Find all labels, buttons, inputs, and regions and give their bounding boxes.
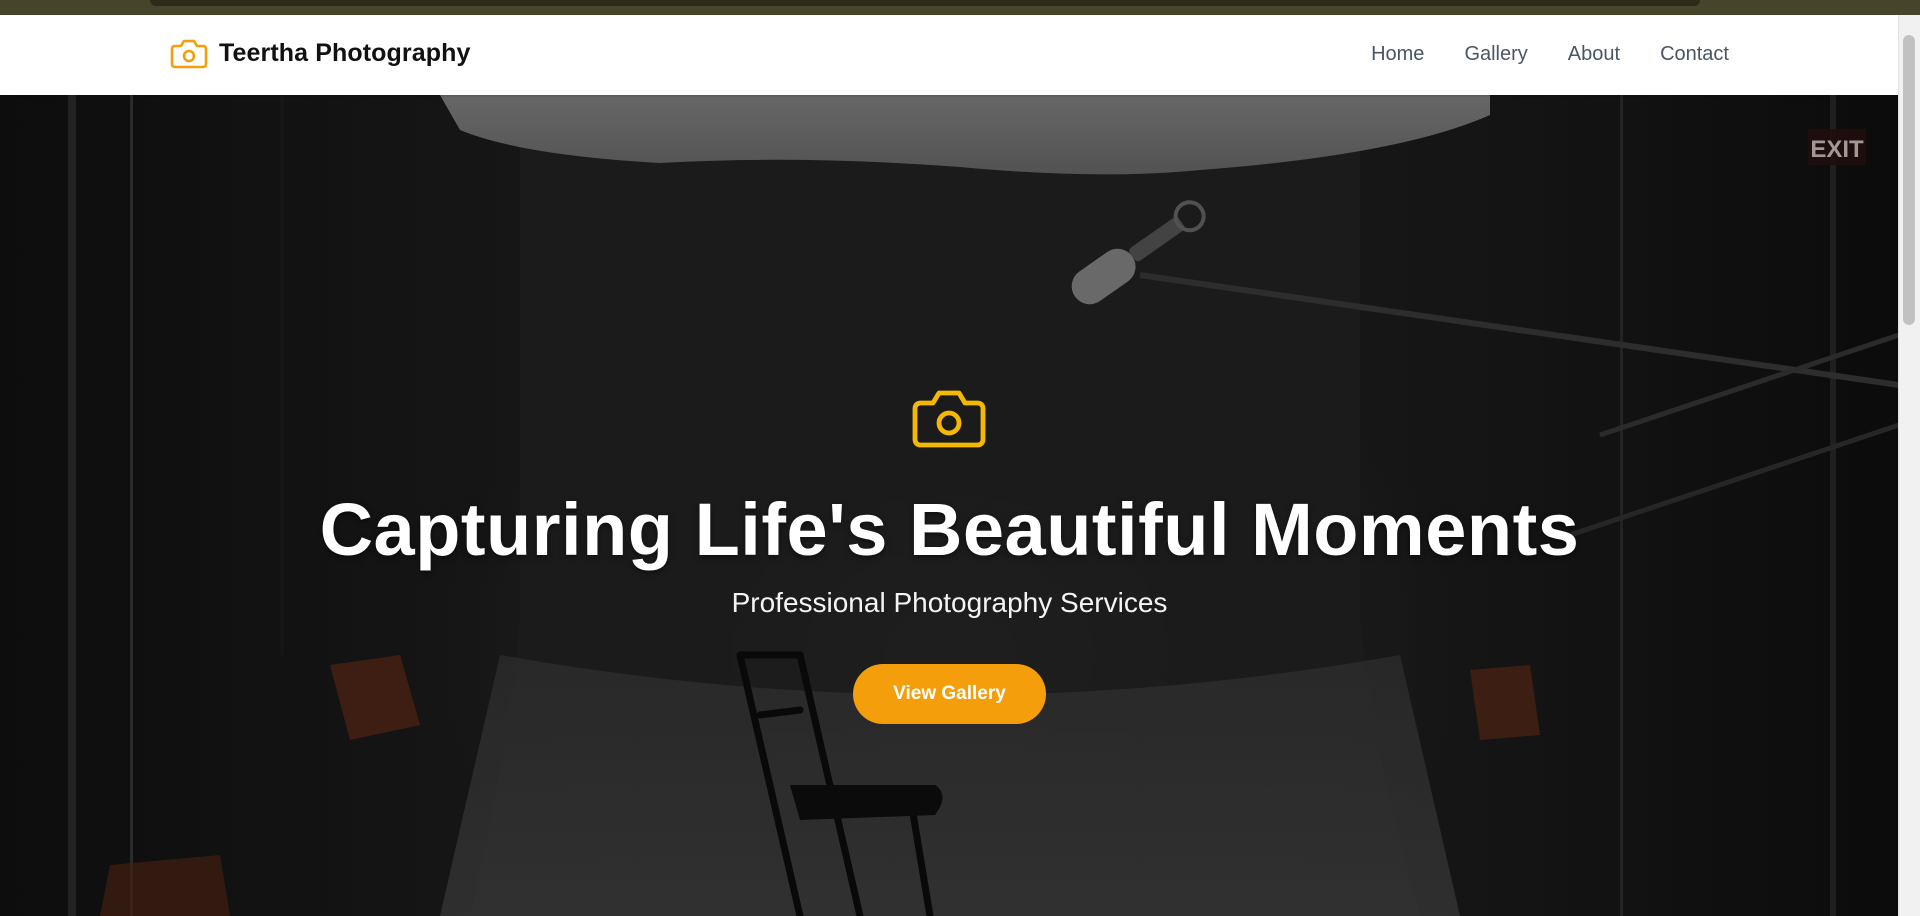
browser-frame-top (0, 0, 1920, 15)
camera-icon (170, 37, 208, 69)
scrollbar-thumb[interactable] (1903, 35, 1915, 325)
navbar: Teertha Photography Home Gallery About C… (0, 15, 1899, 95)
nav-links: Home Gallery About Contact (1371, 43, 1729, 66)
browser-frame-edge (150, 0, 1700, 6)
hero-title: Capturing Life's Beautiful Moments (319, 488, 1580, 571)
nav-link-contact[interactable]: Contact (1660, 43, 1729, 66)
nav-link-gallery[interactable]: Gallery (1464, 43, 1527, 66)
view-gallery-button[interactable]: View Gallery (853, 664, 1046, 724)
brand-name: Teertha Photography (219, 38, 471, 67)
nav-link-home[interactable]: Home (1371, 43, 1424, 66)
hero-subtitle: Professional Photography Services (731, 587, 1168, 618)
brand[interactable]: Teertha Photography (170, 37, 470, 69)
camera-icon (911, 385, 987, 454)
hero-section: EXIT Capturing Life's Beautiful Moments … (0, 95, 1899, 916)
nav-link-about[interactable]: About (1568, 43, 1620, 66)
vertical-scrollbar[interactable] (1898, 15, 1920, 916)
